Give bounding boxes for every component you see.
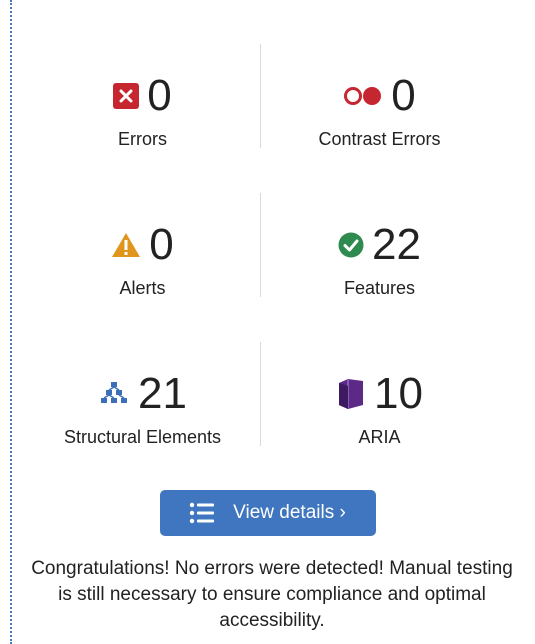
aria-label: ARIA	[358, 427, 401, 447]
features-count: 22	[372, 220, 421, 269]
errors-count: 0	[147, 71, 172, 120]
hierarchy-icon	[98, 381, 130, 407]
alerts-count: 0	[149, 220, 174, 269]
structural-label: Structural Elements	[63, 427, 222, 447]
list-icon	[189, 502, 215, 524]
summary-row-3: 21 Structural Elements 10 ARIA	[24, 338, 498, 487]
contrast-errors-count: 0	[391, 71, 416, 120]
congratulations-message: Congratulations! No errors were detected…	[31, 558, 513, 631]
view-details-button[interactable]: View details ›	[159, 490, 376, 536]
errors-stat: 0 Errors	[24, 40, 261, 189]
aria-cube-icon	[336, 378, 366, 410]
structural-stat: 21 Structural Elements	[24, 338, 261, 487]
alerts-label: Alerts	[119, 278, 166, 298]
aria-stat: 10 ARIA	[261, 338, 498, 487]
view-details-label: View details ›	[233, 502, 346, 523]
structural-count: 21	[138, 369, 187, 418]
error-x-icon	[113, 83, 140, 109]
alerts-stat: 0 Alerts	[24, 189, 261, 338]
contrast-icon	[343, 86, 383, 106]
warning-triangle-icon	[111, 232, 141, 258]
features-label: Features	[343, 278, 416, 298]
check-circle-icon	[338, 232, 364, 258]
left-dotted-border	[10, 0, 12, 644]
summary-row-2: 0 Alerts 22 Features	[24, 189, 498, 338]
summary-row-1: 0 Errors 0 Contrast Errors	[24, 40, 498, 189]
contrast-errors-stat: 0 Contrast Errors	[261, 40, 498, 189]
features-stat: 22 Features	[261, 189, 498, 338]
errors-label: Errors	[118, 129, 167, 149]
aria-count: 10	[374, 369, 423, 418]
contrast-errors-label: Contrast Errors	[318, 129, 441, 149]
summary-grid: 0 Errors 0 Contrast Errors 0 Alerts 22 F…	[24, 40, 498, 487]
